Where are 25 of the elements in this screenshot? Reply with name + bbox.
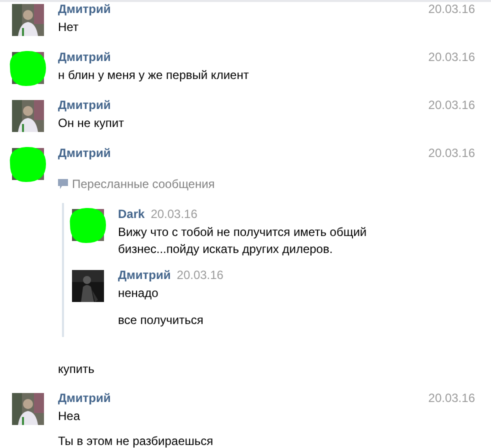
- sender-name[interactable]: Дмитрий: [58, 50, 111, 64]
- message-date: 20.03.16: [428, 50, 475, 64]
- message-date: 20.03.16: [428, 2, 475, 16]
- message-text: Вижу что с тобой не получится иметь общий бизнес...пойду искать других дилеров.: [118, 224, 368, 258]
- message-text: н блин у меня у же первый клиент: [58, 67, 250, 83]
- sender-name[interactable]: Дмитрий: [118, 268, 171, 282]
- sender-name[interactable]: Dark: [118, 207, 145, 221]
- message-date: 20.03.16: [176, 268, 224, 282]
- speech-bubble-icon: [58, 179, 68, 189]
- message-date: 20.03.16: [428, 146, 475, 160]
- message-date: 20.03.16: [428, 391, 475, 405]
- message-text: Нет: [58, 19, 80, 35]
- message-text: Он не купит: [58, 115, 126, 131]
- sender-name[interactable]: Дмитрий: [58, 146, 111, 160]
- message-text: Ты в этом не разбираешься: [58, 433, 214, 448]
- message-text: купить: [58, 361, 96, 377]
- sender-name[interactable]: Дмитрий: [58, 2, 111, 16]
- sender-name[interactable]: Дмитрий: [58, 98, 111, 112]
- message-date: 20.03.16: [150, 207, 198, 221]
- message-text: все получиться: [118, 312, 204, 329]
- message-date: 20.03.16: [428, 98, 475, 112]
- forwarded-label: Пересланные сообщения: [72, 177, 215, 191]
- sender-name[interactable]: Дмитрий: [58, 391, 111, 405]
- message-text: Неа: [58, 408, 82, 424]
- message-text: ненадо: [118, 285, 160, 302]
